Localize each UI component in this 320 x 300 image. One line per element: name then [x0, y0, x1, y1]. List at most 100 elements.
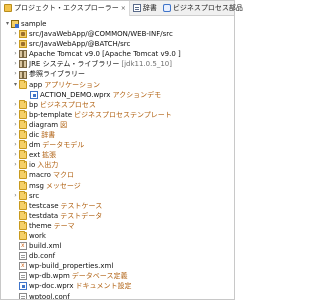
tree-item[interactable]: build.xml	[1, 241, 234, 251]
tree-item[interactable]: testdata テストデータ	[1, 210, 234, 221]
tab-dictionary[interactable]: 辞書	[130, 1, 160, 16]
tree-item[interactable]: › dm データモデル	[1, 140, 234, 150]
folder-icon	[19, 79, 27, 89]
collapse-arrow-icon[interactable]: ›	[12, 120, 19, 130]
tree-item[interactable]: › bp-template ビジネスプロセステンプレート	[1, 109, 234, 120]
tree-item-label: wp-build_properties.xml	[29, 262, 114, 271]
tree-item[interactable]: › dic 辞書	[1, 130, 234, 140]
tree-item[interactable]: › ext 拡張	[1, 150, 234, 160]
tree-item-label: Apache Tomcat v9.0 [Apache Tomcat v9.0 ]	[29, 50, 181, 59]
collapse-arrow-icon[interactable]: ›	[12, 49, 19, 59]
expand-arrow-icon[interactable]: ▾	[12, 80, 19, 90]
file-icon	[19, 292, 27, 299]
tree-item[interactable]: work	[1, 231, 234, 241]
folder-icon	[19, 140, 27, 150]
tree-item-label: work	[29, 231, 46, 240]
collapse-arrow-icon[interactable]: ›	[12, 100, 19, 110]
tree-item[interactable]: wp-doc.wprx ドキュメント設定	[1, 281, 234, 291]
tree-item-label: src/JavaWebApp/@BATCH/src	[29, 40, 131, 49]
tree-item-label: sample	[21, 20, 47, 28]
tree-item[interactable]: wp-build_properties.xml	[1, 261, 234, 271]
srcfolder-icon	[19, 30, 27, 39]
collapse-arrow-icon[interactable]: ›	[12, 150, 19, 160]
folder-icon	[19, 190, 27, 200]
tree-item-description: [jdk11.0.5_10]	[121, 60, 172, 69]
tree-item-label: bp-template	[29, 110, 73, 119]
tree-item-label: ext	[29, 151, 41, 160]
tree-item[interactable]: › bp ビジネスプロセス	[1, 99, 234, 110]
tree-item-description: テストデータ	[60, 211, 103, 220]
folder-icon	[19, 231, 27, 241]
tree-item-label: build.xml	[29, 242, 62, 251]
tree-item[interactable]: › JRE システム・ライブラリー [jdk11.0.5_10]	[1, 59, 234, 69]
folder-icon	[19, 180, 27, 190]
collapse-arrow-icon[interactable]: ›	[12, 39, 19, 49]
tree-item-label: src/JavaWebApp/@COMMON/WEB-INF/src	[29, 30, 173, 39]
collapse-arrow-icon[interactable]: ›	[12, 110, 19, 120]
collapse-arrow-icon[interactable]: ›	[12, 191, 19, 201]
tree-item[interactable]: › 参照ライブラリー	[1, 69, 234, 79]
tree-item[interactable]: db.conf	[1, 251, 234, 261]
tree-item[interactable]: › src/JavaWebApp/@COMMON/WEB-INF/src	[1, 29, 234, 39]
tree-item[interactable]: ▾ sample	[1, 19, 234, 29]
tab-business-process-parts[interactable]: ビジネスプロセス部品	[160, 1, 246, 16]
tree-item-description: 拡張	[42, 151, 57, 160]
tree-item-description: メッセージ	[45, 181, 81, 190]
collapse-arrow-icon[interactable]: ›	[12, 29, 19, 39]
tree-item-label: macro	[29, 171, 51, 180]
tree-item-label: dic	[29, 131, 40, 140]
tree-item-label: db.conf	[29, 252, 56, 261]
tree-item[interactable]: wptool.conf	[1, 292, 234, 299]
tree-item[interactable]: theme テーマ	[1, 220, 234, 231]
close-icon[interactable]: ×	[121, 5, 126, 12]
tree-item-description: マクロ	[52, 171, 74, 180]
folder-icon	[19, 170, 27, 180]
collapse-arrow-icon[interactable]: ›	[12, 69, 19, 79]
collapse-arrow-icon[interactable]: ›	[12, 130, 19, 140]
tree-item[interactable]: macro マクロ	[1, 170, 234, 180]
tab-label: プロジェクト・エクスプローラー	[14, 4, 119, 12]
tree-item-label: testcase	[29, 201, 59, 210]
tab-project-explorer[interactable]: プロジェクト・エクスプローラー ×	[1, 0, 130, 16]
tree-item[interactable]: › diagram 図	[1, 119, 234, 130]
collapse-arrow-icon[interactable]: ›	[12, 160, 19, 170]
tree-item-label: 参照ライブラリー	[29, 70, 85, 79]
folder-icon	[19, 109, 27, 119]
tree-item[interactable]: wp-db.wpm データベース定義	[1, 271, 234, 281]
folder-icon	[19, 210, 27, 220]
folder-icon	[19, 130, 27, 140]
folder-icon	[19, 150, 27, 160]
tree-item-label: wptool.conf	[29, 292, 70, 299]
collapse-arrow-icon[interactable]: ›	[12, 59, 19, 69]
tree-item-label: src	[29, 191, 40, 200]
folder-icon	[19, 160, 27, 170]
tree-item-description: データモデル	[42, 141, 85, 150]
tree-item-description: 辞書	[41, 131, 56, 140]
tree-item-label: dm	[29, 141, 41, 150]
tree-item[interactable]: › src/JavaWebApp/@BATCH/src	[1, 39, 234, 49]
tree-item-label: diagram	[29, 120, 59, 129]
tree-item[interactable]: ▾ app アプリケーション	[1, 79, 234, 90]
tree-item-description: アプリケーション	[44, 80, 101, 89]
tree-item-description: ビジネスプロセステンプレート	[74, 110, 172, 119]
tree-item[interactable]: › Apache Tomcat v9.0 [Apache Tomcat v9.0 …	[1, 49, 234, 59]
lib-icon	[19, 60, 27, 69]
expand-arrow-icon[interactable]: ▾	[4, 19, 11, 29]
tree-item-label: JRE システム・ライブラリー	[29, 60, 120, 69]
tree-item-label: wp-doc.wprx	[29, 282, 74, 291]
tab-label: ビジネスプロセス部品	[172, 4, 243, 12]
collapse-arrow-icon[interactable]: ›	[12, 140, 19, 150]
tree-item-label: io	[29, 161, 36, 170]
tree-item-label: app	[29, 80, 43, 89]
tree-item-description: 図	[60, 120, 68, 129]
tree-item[interactable]: ACTION_DEMO.wprx アクションデモ	[1, 90, 234, 100]
folder-icon	[19, 99, 27, 109]
tree-item-label: wp-db.wpm	[29, 272, 70, 281]
tree-item[interactable]: msg メッセージ	[1, 180, 234, 191]
lib-icon	[19, 70, 27, 79]
tree-item[interactable]: › src	[1, 190, 234, 201]
tree-item[interactable]: testcase テストケース	[1, 200, 234, 211]
tree-item[interactable]: › io 入出力	[1, 160, 234, 170]
dictionary-icon	[132, 4, 141, 12]
lib-icon	[19, 50, 27, 59]
